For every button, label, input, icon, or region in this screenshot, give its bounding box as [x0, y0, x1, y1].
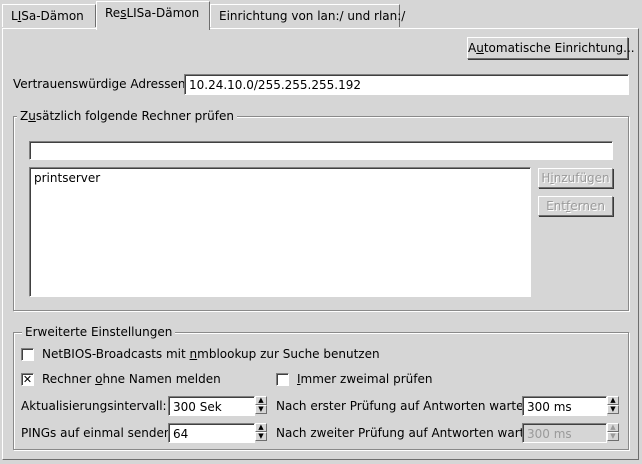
label-mnemonic: n [189, 347, 198, 361]
wait-first-spinbox[interactable]: 300 ms [522, 396, 607, 416]
tab-lisa-daemon[interactable]: LISa-Dämon [2, 4, 96, 27]
button-label-post: nzufügen [553, 171, 610, 185]
wait-second-spinbox[interactable]: 300 ms [522, 423, 607, 443]
check-twice-checkbox[interactable] [276, 373, 289, 386]
netbios-checkbox[interactable] [21, 348, 34, 361]
spin-up-icon[interactable]: ▲ [607, 423, 619, 432]
legend-mnemonic: u [28, 109, 36, 123]
button-label-pre: Ent [546, 199, 566, 213]
label-pre: Rechner [42, 372, 96, 386]
pings-spinbox[interactable]: 64 [168, 423, 255, 443]
check-mark-icon: ✕ [22, 373, 33, 386]
pings-label: PINGs auf einmal senden [21, 426, 172, 440]
button-label-post: tomatische Einrichtung... [483, 41, 635, 55]
pings-spin-buttons[interactable]: ▲ ▼ [255, 423, 267, 441]
tab-label-post: LISa-Dämon [126, 6, 200, 20]
button-label-pre: H [541, 171, 551, 185]
list-item[interactable]: printserver [34, 171, 526, 185]
spin-down-icon[interactable]: ▼ [607, 405, 619, 414]
button-label-mnemonic: u [476, 41, 484, 55]
update-interval-spin-buttons[interactable]: ▲ ▼ [255, 396, 267, 414]
add-host-button[interactable]: Hinzufügen [538, 168, 613, 188]
trusted-addresses-input[interactable]: 10.24.10.0/255.255.255.192 [184, 74, 629, 95]
wait-second-label: Nach zweiter Prüfung auf Antworten warte… [276, 426, 540, 440]
spin-down-icon[interactable]: ▼ [255, 432, 267, 441]
button-label-pre: A [468, 41, 477, 55]
legend-post: sätzlich folgende Rechner prüfen [35, 109, 234, 123]
update-interval-spinbox[interactable]: 300 Sek [168, 396, 255, 416]
button-label-post: ernen [570, 199, 605, 213]
extra-hosts-legend: Zusätzlich folgende Rechner prüfen [17, 109, 237, 123]
legend-pre: Z [20, 109, 29, 123]
tab-label-pre: Re [105, 6, 121, 20]
trusted-addresses-label: Vertrauenswürdige Adressen [13, 77, 186, 91]
wait-first-spin-buttons[interactable]: ▲ ▼ [607, 396, 619, 414]
advanced-legend: Erweiterte Einstellungen [22, 325, 176, 339]
wait-first-label: Nach erster Prüfung auf Antworten warten [276, 399, 532, 413]
spin-down-icon[interactable]: ▼ [255, 405, 267, 414]
netbios-label[interactable]: NetBIOS-Broadcasts mit nmblookup zur Suc… [42, 347, 380, 361]
spin-down-icon[interactable]: ▼ [607, 432, 619, 441]
tab-label: Einrichtung von lan:/ und rlan:/ [219, 9, 406, 23]
tab-lan-setup[interactable]: Einrichtung von lan:/ und rlan:/ [210, 4, 405, 27]
tab-label-post: Sa-Dämon [21, 9, 84, 23]
report-unnamed-checkbox[interactable]: ✕ [21, 373, 34, 386]
label-post: hne Namen melden [102, 372, 221, 386]
host-input[interactable] [29, 141, 613, 160]
auto-setup-button[interactable]: Automatische Einrichtung... [467, 37, 635, 59]
check-twice-label[interactable]: Immer zweimal prüfen [297, 372, 432, 386]
spin-up-icon[interactable]: ▲ [255, 396, 267, 405]
label-pre: NetBIOS-Broadcasts mit [42, 347, 190, 361]
spin-up-icon[interactable]: ▲ [255, 423, 267, 432]
host-list[interactable]: printserver [29, 167, 531, 297]
label-post: mmer zweimal prüfen [300, 372, 433, 386]
remove-host-button[interactable]: Entfernen [538, 196, 613, 216]
spin-up-icon[interactable]: ▲ [607, 396, 619, 405]
label-post: mblookup zur Suche benutzen [197, 347, 380, 361]
tab-reslisa-daemon[interactable]: ResLISa-Dämon [96, 1, 210, 30]
tab-label-pre: L [11, 9, 18, 23]
report-unnamed-label[interactable]: Rechner ohne Namen melden [42, 372, 221, 386]
update-interval-label: Aktualisierungsintervall: [21, 399, 167, 413]
wait-second-spin-buttons[interactable]: ▲ ▼ [607, 423, 619, 441]
